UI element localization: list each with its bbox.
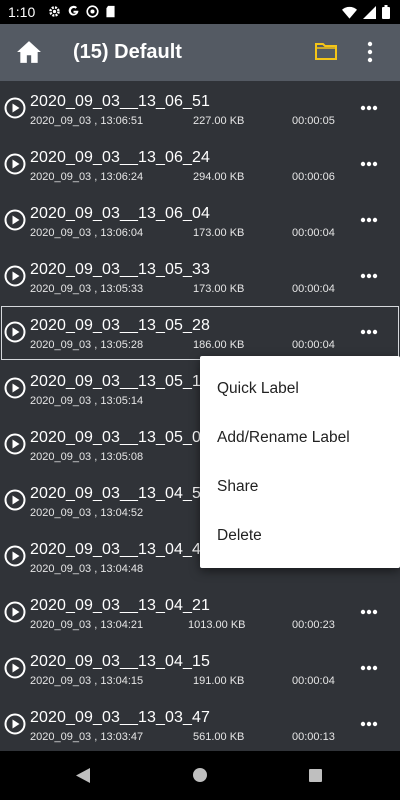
recording-name: 2020_09_03__13_05_14 <box>30 373 210 390</box>
recording-size: 173.00 KB <box>193 283 245 295</box>
recording-row-selected[interactable]: 2020_09_03__13_05_28 2020_09_03 , 13:05:… <box>0 305 400 361</box>
recording-name: 2020_09_03__13_04_52 <box>30 485 210 502</box>
recording-name: 2020_09_03__13_04_21 <box>30 597 210 614</box>
overflow-menu-icon[interactable] <box>366 41 374 63</box>
recording-duration: 00:00:23 <box>292 619 335 631</box>
recording-date: 2020_09_03 , 13:04:21 <box>30 619 144 631</box>
more-options-icon[interactable] <box>360 105 378 111</box>
recording-date: 2020_09_03 , 13:05:08 <box>30 451 144 463</box>
recording-date: 2020_09_03 , 13:04:52 <box>30 507 144 519</box>
more-options-icon[interactable] <box>360 721 378 727</box>
status-bar: 1:10 <box>0 0 400 24</box>
play-icon[interactable] <box>4 713 26 735</box>
recording-row[interactable]: 2020_09_03__13_06_04 2020_09_03 , 13:06:… <box>0 193 400 249</box>
recording-date: 2020_09_03 , 13:03:47 <box>30 731 144 743</box>
recording-date: 2020_09_03 , 13:06:51 <box>30 115 144 127</box>
app-bar: (15) Default <box>0 24 400 81</box>
play-icon[interactable] <box>4 433 26 455</box>
recording-name: 2020_09_03__13_06_24 <box>30 149 210 166</box>
status-system-icons <box>342 5 390 19</box>
home-button-icon[interactable] <box>193 768 207 782</box>
sd-card-icon <box>106 5 115 18</box>
recording-name: 2020_09_03__13_04_48 <box>30 541 210 558</box>
recording-duration: 00:00:13 <box>292 731 335 743</box>
more-options-icon[interactable] <box>360 609 378 615</box>
recording-size: 561.00 KB <box>193 731 245 743</box>
play-icon[interactable] <box>4 601 26 623</box>
recording-size: 294.00 KB <box>193 171 245 183</box>
more-options-icon[interactable] <box>360 329 378 335</box>
recording-name: 2020_09_03__13_06_51 <box>30 93 210 110</box>
recording-date: 2020_09_03 , 13:04:48 <box>30 563 144 575</box>
play-icon[interactable] <box>4 489 26 511</box>
page-title: (15) Default <box>73 41 182 63</box>
recording-date: 2020_09_03 , 13:06:24 <box>30 171 144 183</box>
recording-date: 2020_09_03 , 13:05:33 <box>30 283 144 295</box>
play-icon[interactable] <box>4 657 26 679</box>
settings-icon <box>49 6 60 17</box>
signal-icon <box>363 5 376 19</box>
recording-duration: 00:00:04 <box>292 283 335 295</box>
menu-item-delete[interactable]: Delete <box>217 527 262 545</box>
more-options-icon[interactable] <box>360 665 378 671</box>
menu-item-quick-label[interactable]: Quick Label <box>217 380 299 398</box>
play-icon[interactable] <box>4 377 26 399</box>
back-icon[interactable] <box>76 768 90 783</box>
play-icon[interactable] <box>4 321 26 343</box>
recording-duration: 00:00:04 <box>292 339 335 351</box>
recording-name: 2020_09_03__13_03_47 <box>30 709 210 726</box>
menu-item-share[interactable]: Share <box>217 478 258 496</box>
recording-name: 2020_09_03__13_05_08 <box>30 429 210 446</box>
recording-row[interactable]: 2020_09_03__13_05_33 2020_09_03 , 13:05:… <box>0 249 400 305</box>
recording-size: 191.00 KB <box>193 675 245 687</box>
recording-date: 2020_09_03 , 13:04:15 <box>30 675 144 687</box>
recording-name: 2020_09_03__13_06_04 <box>30 205 210 222</box>
wifi-icon <box>342 6 357 19</box>
recording-duration: 00:00:05 <box>292 115 335 127</box>
recording-size: 173.00 KB <box>193 227 245 239</box>
recording-duration: 00:00:04 <box>292 227 335 239</box>
more-options-icon[interactable] <box>360 217 378 223</box>
more-options-icon[interactable] <box>360 273 378 279</box>
play-icon[interactable] <box>4 209 26 231</box>
battery-icon <box>382 5 390 19</box>
recording-row[interactable]: 2020_09_03__13_04_15 2020_09_03 , 13:04:… <box>0 641 400 697</box>
recording-duration: 00:00:04 <box>292 675 335 687</box>
status-time: 1:10 <box>8 4 36 20</box>
play-icon[interactable] <box>4 545 26 567</box>
more-options-icon[interactable] <box>360 161 378 167</box>
recording-size: 186.00 KB <box>193 339 245 351</box>
recording-name: 2020_09_03__13_05_28 <box>30 317 210 334</box>
menu-item-add-rename-label[interactable]: Add/Rename Label <box>217 429 350 447</box>
recording-duration: 00:00:06 <box>292 171 335 183</box>
recent-apps-icon[interactable] <box>309 769 322 782</box>
folder-icon[interactable] <box>315 42 337 60</box>
play-icon[interactable] <box>4 97 26 119</box>
navigation-bar <box>0 751 400 800</box>
recording-size: 1013.00 KB <box>188 619 246 631</box>
recording-date: 2020_09_03 , 13:06:04 <box>30 227 144 239</box>
recording-date: 2020_09_03 , 13:05:14 <box>30 395 144 407</box>
recording-size: 227.00 KB <box>193 115 245 127</box>
recording-row[interactable]: 2020_09_03__13_04_21 2020_09_03 , 13:04:… <box>0 585 400 641</box>
recording-date: 2020_09_03 , 13:05:28 <box>30 339 144 351</box>
status-notification-icons <box>48 5 116 18</box>
vpn-icon <box>86 5 99 18</box>
google-icon <box>68 5 79 16</box>
recording-row[interactable]: 2020_09_03__13_03_47 2020_09_03 , 13:03:… <box>0 697 400 751</box>
play-icon[interactable] <box>4 153 26 175</box>
recording-name: 2020_09_03__13_05_33 <box>30 261 210 278</box>
recording-name: 2020_09_03__13_04_15 <box>30 653 210 670</box>
recording-row[interactable]: 2020_09_03__13_06_51 2020_09_03 , 13:06:… <box>0 81 400 137</box>
home-icon[interactable] <box>16 40 42 64</box>
play-icon[interactable] <box>4 265 26 287</box>
context-menu: Quick Label Add/Rename Label Share Delet… <box>200 356 400 568</box>
recording-row[interactable]: 2020_09_03__13_06_24 2020_09_03 , 13:06:… <box>0 137 400 193</box>
